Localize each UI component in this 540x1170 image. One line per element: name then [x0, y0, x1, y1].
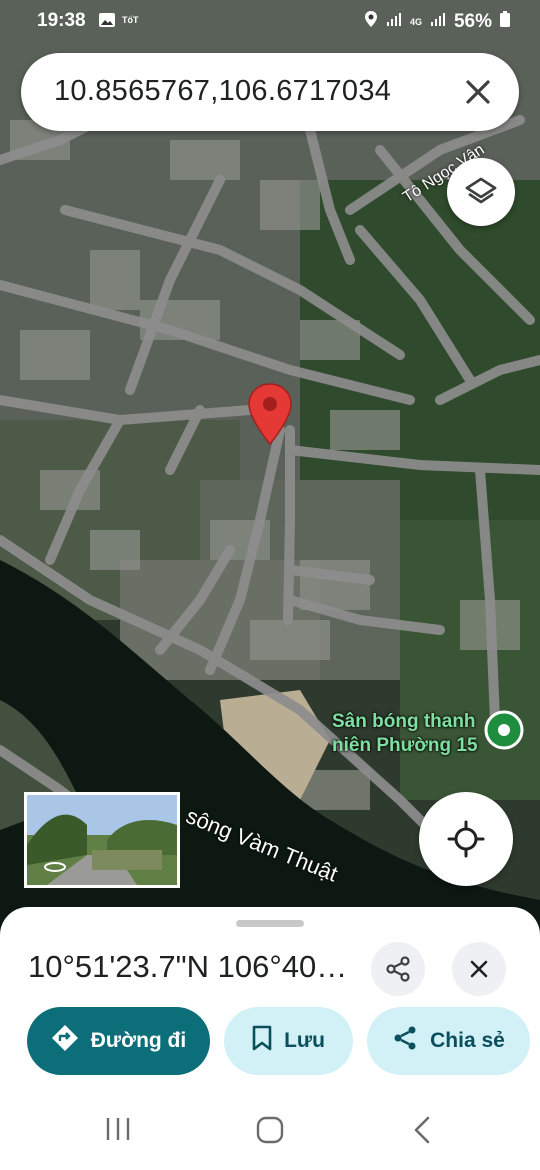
- place-label[interactable]: Sân bóng thanh niên Phường 15: [332, 710, 478, 758]
- directions-icon: [51, 1024, 79, 1058]
- bookmark-icon: [252, 1025, 272, 1057]
- share-icon-button[interactable]: [371, 942, 425, 996]
- place-label-line2: niên Phường 15: [332, 735, 478, 756]
- network-type: 4G: [409, 17, 422, 27]
- layers-icon: [464, 176, 498, 213]
- gallery-notification-icon: [98, 12, 116, 34]
- location-icon: [364, 10, 378, 34]
- search-box[interactable]: 10.8565767,106.6717034: [21, 53, 519, 131]
- status-time: 19:38: [37, 10, 86, 31]
- directions-button[interactable]: Đường đi: [27, 1007, 210, 1075]
- coordinates-title: 10°51'23.7"N 106°40'18.1"E: [28, 949, 348, 984]
- save-button[interactable]: Lưu: [224, 1007, 353, 1075]
- my-location-button[interactable]: [419, 792, 513, 886]
- battery-percent: 56%: [453, 11, 492, 32]
- home-icon[interactable]: [256, 1116, 284, 1149]
- system-navigation-bar: [0, 1093, 540, 1170]
- share-icon: [385, 956, 411, 987]
- sheet-drag-handle[interactable]: [236, 920, 304, 927]
- close-sheet-button[interactable]: [452, 942, 506, 996]
- layers-button[interactable]: [447, 158, 515, 226]
- close-icon[interactable]: [459, 73, 497, 111]
- status-bar: 19:38 TốT 4G 56%: [0, 0, 540, 40]
- search-query[interactable]: 10.8565767,106.6717034: [54, 75, 391, 108]
- save-label: Lưu: [284, 1029, 325, 1052]
- crosshair-icon: [447, 820, 485, 863]
- place-label-line1: Sân bóng thanh: [332, 711, 476, 732]
- carrier-badge: TốT: [122, 15, 139, 25]
- place-marker-icon[interactable]: [484, 710, 524, 755]
- location-pin-icon[interactable]: [248, 383, 292, 450]
- recent-apps-icon[interactable]: [104, 1116, 132, 1147]
- signal-icon-2: [430, 11, 446, 33]
- share-button[interactable]: Chia sẻ: [367, 1007, 530, 1075]
- share-label: Chia sẻ: [430, 1029, 505, 1052]
- share-icon: [392, 1025, 418, 1057]
- directions-label: Đường đi: [90, 1029, 187, 1052]
- signal-icon: [386, 11, 402, 33]
- street-view-thumbnail[interactable]: [24, 792, 180, 888]
- battery-icon: [500, 11, 510, 33]
- back-icon[interactable]: [410, 1115, 434, 1150]
- close-icon: [467, 957, 491, 986]
